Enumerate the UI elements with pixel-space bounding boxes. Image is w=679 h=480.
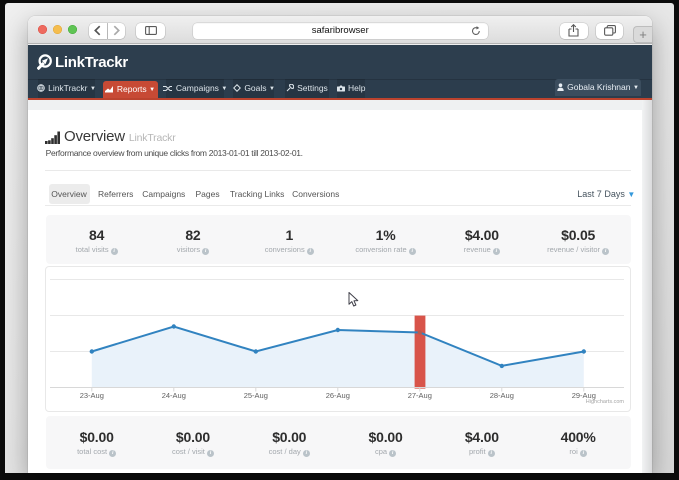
svg-text:Highcharts.com: Highcharts.com (586, 399, 625, 405)
svg-text:28-Aug: 28-Aug (490, 391, 514, 400)
svg-text:24-Aug: 24-Aug (162, 391, 186, 400)
svg-text:26-Aug: 26-Aug (326, 391, 350, 400)
svg-text:23-Aug: 23-Aug (80, 391, 104, 400)
svg-text:25-Aug: 25-Aug (244, 391, 268, 400)
svg-text:27-Aug: 27-Aug (408, 391, 432, 400)
